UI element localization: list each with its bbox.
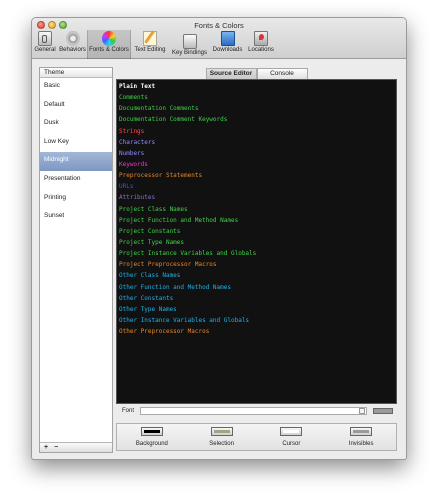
invisibles-label: Invisibles	[348, 441, 374, 447]
toolbar-downloads-button[interactable]: Downloads	[210, 30, 245, 59]
toolbar-behaviors-label: Behaviors	[59, 47, 86, 53]
cursor-label: Cursor	[282, 441, 301, 447]
editor-tabs: Source Editor Console	[116, 68, 397, 79]
syntax-item-other-type-names[interactable]: Other Type Names	[118, 304, 396, 315]
syntax-item-project-type-names[interactable]: Project Type Names	[118, 237, 396, 248]
syntax-item-other-function-and-method-names[interactable]: Other Function and Method Names	[118, 282, 396, 293]
color-wells: Background Selection Cursor Invisibles	[116, 423, 397, 451]
selection-label: Selection	[209, 441, 234, 447]
font-row: Font	[116, 406, 397, 415]
remove-theme-button[interactable]: −	[54, 444, 58, 451]
tab-source-editor[interactable]: Source Editor	[205, 68, 257, 79]
title-bar: Fonts & Colors General Behaviors Fonts &…	[32, 18, 406, 59]
general-icon	[38, 31, 52, 46]
font-field[interactable]	[140, 406, 367, 415]
syntax-item-comments[interactable]: Comments	[118, 92, 396, 103]
selection-color-well[interactable]	[210, 427, 233, 436]
theme-list-footer: + −	[40, 442, 112, 452]
toolbar-fonts-colors-button[interactable]: Fonts & Colors	[87, 30, 131, 59]
color-well-background: Background	[117, 424, 187, 450]
theme-list: Theme Basic Default Dusk Low Key Midnight Pre…	[39, 67, 113, 453]
color-wheel-icon	[102, 31, 116, 46]
syntax-item-numbers[interactable]: Numbers	[118, 148, 396, 159]
theme-item-default[interactable]: Default	[40, 97, 112, 116]
toolbar-general-label: General	[34, 47, 56, 53]
location-icon	[254, 31, 268, 46]
syntax-item-keywords[interactable]: Keywords	[118, 159, 396, 170]
toolbar-text-editing-label: Text Editing	[134, 47, 166, 53]
color-well-cursor: Cursor	[257, 424, 327, 450]
toolbar-text-editing-button[interactable]: Text Editing	[131, 30, 169, 59]
syntax-item-other-constants[interactable]: Other Constants	[118, 293, 396, 304]
syntax-item-characters[interactable]: Characters	[118, 137, 396, 148]
invisibles-color-fill	[353, 430, 370, 433]
theme-item-dusk[interactable]: Dusk	[40, 115, 112, 134]
gear-icon	[65, 31, 80, 46]
syntax-item-project-preprocessor-macros[interactable]: Project Preprocessor Macros	[118, 259, 396, 270]
theme-item-low-key[interactable]: Low Key	[40, 134, 112, 153]
tab-console[interactable]: Console	[256, 68, 308, 79]
syntax-item-preprocessor-statements[interactable]: Preprocessor Statements	[118, 170, 396, 181]
download-icon	[220, 31, 235, 46]
window-title: Fonts & Colors	[194, 21, 244, 30]
toolbar-locations-button[interactable]: Locations	[245, 30, 277, 59]
preferences-toolbar: General Behaviors Fonts & Colors Text Ed…	[32, 30, 277, 59]
syntax-item-other-preprocessor-macros[interactable]: Other Preprocessor Macros	[118, 326, 396, 337]
syntax-item-attributes[interactable]: Attributes	[118, 192, 396, 203]
preferences-window: Fonts & Colors General Behaviors Fonts &…	[31, 17, 407, 460]
syntax-color-list: Plain Text Comments Documentation Comments…	[116, 79, 397, 404]
syntax-item-project-instance-variables-and-globals[interactable]: Project Instance Variables and Globals	[118, 248, 396, 259]
background-color-fill	[143, 430, 160, 433]
toolbar-general-button[interactable]: General	[32, 30, 58, 59]
syntax-item-strings[interactable]: Strings	[118, 126, 396, 137]
background-label: Background	[135, 441, 168, 447]
font-picker-button[interactable]	[359, 407, 365, 414]
theme-item-midnight[interactable]: Midnight	[40, 152, 112, 171]
syntax-item-other-class-names[interactable]: Other Class Names	[118, 270, 396, 281]
toolbar-behaviors-button[interactable]: Behaviors	[58, 30, 87, 59]
font-color-well[interactable]	[373, 407, 393, 414]
theme-list-header: Theme	[40, 68, 112, 78]
syntax-item-other-instance-variables-and-globals[interactable]: Other Instance Variables and Globals	[118, 315, 396, 326]
cursor-color-fill	[283, 430, 300, 433]
syntax-item-documentation-comments[interactable]: Documentation Comments	[118, 103, 396, 114]
invisibles-color-well[interactable]	[350, 427, 373, 436]
selection-color-fill	[213, 430, 230, 433]
color-well-selection: Selection	[187, 424, 257, 450]
toolbar-fonts-colors-label: Fonts & Colors	[89, 47, 129, 53]
syntax-item-documentation-comment-keywords[interactable]: Documentation Comment Keywords	[118, 114, 396, 125]
toolbar-locations-label: Locations	[248, 47, 274, 53]
theme-items: Basic Default Dusk Low Key Midnight Presentat…	[40, 78, 112, 227]
toolbar-key-bindings-label: Key Bindings	[171, 50, 208, 56]
color-well-invisibles: Invisibles	[326, 424, 396, 450]
keyboard-icon	[182, 34, 197, 49]
syntax-item-plain-text[interactable]: Plain Text	[118, 81, 396, 92]
theme-item-basic[interactable]: Basic	[40, 78, 112, 97]
background-color-well[interactable]	[140, 427, 163, 436]
theme-item-printing[interactable]: Printing	[40, 190, 112, 209]
tab-spacer	[308, 68, 398, 79]
syntax-item-project-class-names[interactable]: Project Class Names	[118, 204, 396, 215]
syntax-item-project-function-and-method-names[interactable]: Project Function and Method Names	[118, 215, 396, 226]
tab-spacer	[116, 68, 206, 79]
theme-item-sunset[interactable]: Sunset	[40, 208, 112, 227]
theme-item-presentation[interactable]: Presentation	[40, 171, 112, 190]
syntax-item-project-constants[interactable]: Project Constants	[118, 226, 396, 237]
toolbar-downloads-label: Downloads	[212, 47, 243, 53]
toolbar-key-bindings-button[interactable]: Key Bindings	[169, 30, 210, 59]
cursor-color-well[interactable]	[280, 427, 303, 436]
pencil-icon	[143, 31, 157, 46]
font-label: Font	[122, 407, 135, 414]
add-theme-button[interactable]: +	[44, 444, 48, 451]
syntax-item-urls[interactable]: URLs	[118, 181, 396, 192]
